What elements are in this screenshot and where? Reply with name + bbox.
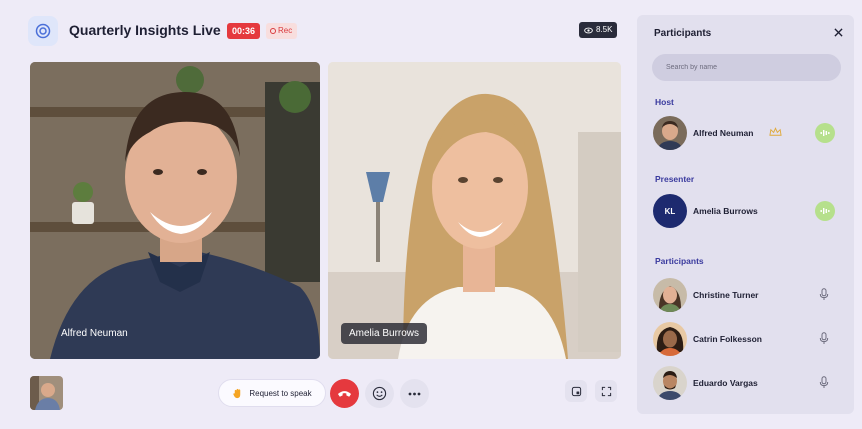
rec-badge[interactable]: Rec [266,23,298,39]
top-bar: Quarterly Insights Live 00:36 Rec 8.5K [28,16,623,46]
section-label-presenter: Presenter [655,174,695,184]
participant-name: Christine Turner [693,290,759,300]
participant-name: Amelia Burrows [693,206,758,216]
avatar [653,322,687,356]
participant-name: Alfred Neuman [693,128,754,138]
raise-hand-icon [233,388,241,398]
participant-search-input[interactable] [652,54,841,81]
live-timer: 00:36 [227,23,261,39]
fullscreen-button[interactable] [595,380,617,402]
self-view-image [30,376,63,410]
participant-name: Catrin Folkesson [693,334,762,344]
speaking-indicator [815,123,835,143]
participant-row[interactable]: Christine Turner [653,278,838,312]
speaking-indicator [815,201,835,221]
record-icon [270,28,276,34]
tile-name-label: Amelia Burrows [341,323,428,344]
rec-label: Rec [278,26,293,35]
audio-wave-icon [820,208,830,214]
audio-wave-icon [820,130,830,136]
avatar-image [653,278,687,312]
avatar [653,116,687,150]
avatar [653,366,687,400]
more-dots-icon [408,392,421,395]
avatar-image [653,116,687,150]
more-options-button[interactable] [400,379,429,408]
participant-row[interactable]: Catrin Folkesson [653,322,838,356]
close-panel-button[interactable] [834,25,843,40]
mic-icon[interactable] [819,376,829,389]
participant-row-presenter[interactable]: KL Amelia Burrows [653,194,838,228]
participant-row-host[interactable]: Alfred Neuman [653,116,838,150]
section-label-participants: Participants [655,256,704,266]
crown-icon [769,127,782,136]
avatar-image [653,366,687,400]
participant-row[interactable]: Eduardo Vargas [653,366,838,400]
participants-panel: Participants Host Alfred Neuman [637,15,854,414]
leave-call-button[interactable] [330,379,359,408]
mic-icon[interactable] [819,332,829,345]
fullscreen-icon [601,386,611,396]
section-label-host: Host [655,97,674,107]
video-tile-host[interactable]: Alfred Neuman [30,62,320,359]
app-logo-icon [28,16,58,46]
picture-in-picture-button[interactable] [565,380,587,402]
eye-icon [584,27,593,33]
tile-name-label: Alfred Neuman [61,328,128,339]
host-video-feed [30,62,320,359]
presenter-video-feed [328,62,621,359]
close-icon [834,28,843,37]
avatar-image [653,322,687,356]
video-tile-presenter[interactable]: Amelia Burrows [328,62,621,359]
panel-title: Participants [654,28,712,39]
pip-icon [571,386,581,396]
phone-hangup-icon [337,391,352,397]
viewer-count-badge: 8.5K [579,22,618,38]
smiley-icon [372,386,387,401]
stream-title: Quarterly Insights Live [69,22,221,38]
avatar: KL [653,194,687,228]
participant-name: Eduardo Vargas [693,378,758,388]
mic-icon[interactable] [819,288,829,301]
viewer-count: 8.5K [596,25,613,34]
avatar [653,278,687,312]
reactions-button[interactable] [365,379,394,408]
request-to-speak-label: Request to speak [249,388,312,398]
control-bar: Request to speak [30,372,622,414]
self-view-thumbnail[interactable] [30,376,63,410]
request-to-speak-button[interactable]: Request to speak [218,379,326,407]
